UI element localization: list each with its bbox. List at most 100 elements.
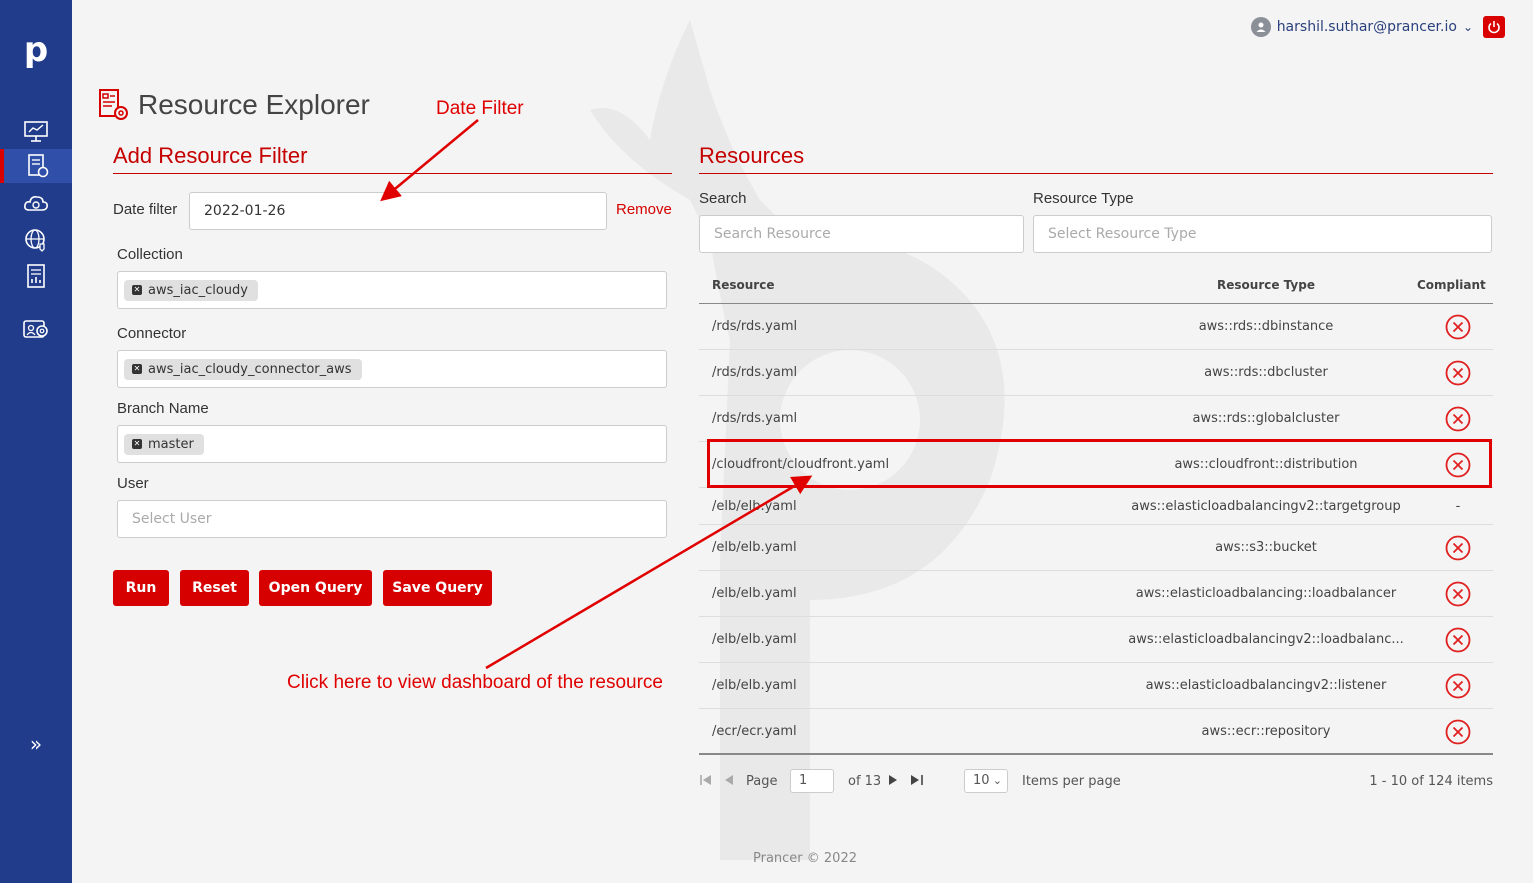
- resource-type-placeholder: Select Resource Type: [1048, 226, 1197, 242]
- run-button[interactable]: Run: [113, 570, 169, 606]
- sidebar-item-globe[interactable]: [0, 223, 72, 257]
- resource-type: aws::elasticloadbalancingv2::loadbalanc.…: [1128, 632, 1404, 647]
- non-compliant-icon: [1423, 719, 1493, 749]
- items-per-page-select[interactable]: 10 ⌄: [964, 769, 1008, 793]
- non-compliant-icon: [1423, 627, 1493, 657]
- table-header: Resource Resource Type Compliant: [699, 270, 1493, 304]
- logout-power-icon[interactable]: [1483, 16, 1505, 38]
- table-row[interactable]: /rds/rds.yaml aws::rds::globalcluster: [699, 396, 1493, 442]
- resource-path[interactable]: /elb/elb.yaml: [712, 540, 797, 555]
- resource-type: aws::elasticloadbalancing::loadbalancer: [1135, 586, 1397, 601]
- user-menu[interactable]: harshil.suthar@prancer.io ⌄: [1250, 16, 1505, 38]
- table-row[interactable]: /ecr/ecr.yaml aws::ecr::repository: [699, 709, 1493, 755]
- chip-remove-icon[interactable]: ✕: [132, 364, 142, 374]
- sidebar: p »: [0, 0, 72, 883]
- table-row[interactable]: /elb/elb.yaml aws::elasticloadbalancing::…: [699, 571, 1493, 617]
- table-row[interactable]: /elb/elb.yaml aws::s3::bucket: [699, 525, 1493, 571]
- page-title-text: Resource Explorer: [138, 89, 370, 120]
- open-query-button[interactable]: Open Query: [259, 570, 372, 606]
- prev-page-icon[interactable]: [724, 774, 734, 790]
- search-placeholder: Search Resource: [714, 226, 831, 242]
- branch-select[interactable]: ✕ master: [117, 425, 667, 463]
- chip-remove-icon[interactable]: ✕: [132, 285, 142, 295]
- reset-button[interactable]: Reset: [180, 570, 249, 606]
- table-row[interactable]: /elb/elb.yaml aws::elasticloadbalancingv2…: [699, 488, 1493, 525]
- last-page-icon[interactable]: [910, 774, 924, 790]
- chip-remove-icon[interactable]: ✕: [132, 439, 142, 449]
- collection-chip: ✕ aws_iac_cloudy: [124, 279, 258, 301]
- user-avatar-icon: [1250, 17, 1271, 37]
- chevron-down-icon[interactable]: ⌄: [1463, 20, 1473, 34]
- page-label: Page: [746, 774, 778, 789]
- annotation-date-filter: Date Filter: [436, 98, 524, 119]
- monitor-icon: [24, 121, 48, 142]
- resource-type: aws::cloudfront::distribution: [1174, 457, 1358, 472]
- search-label: Search: [699, 190, 747, 207]
- sidebar-item-resource-explorer[interactable]: [0, 149, 72, 183]
- connector-select[interactable]: ✕ aws_iac_cloudy_connector_aws: [117, 350, 667, 388]
- settings-gear-icon: [23, 320, 48, 338]
- date-filter-input[interactable]: 2022-01-26: [189, 192, 607, 230]
- save-query-button[interactable]: Save Query: [383, 570, 492, 606]
- resource-path[interactable]: /rds/rds.yaml: [712, 365, 797, 380]
- page-title: Resource Explorer: [98, 88, 370, 122]
- resource-path[interactable]: /elb/elb.yaml: [712, 632, 797, 647]
- filter-divider: [113, 173, 672, 174]
- sidebar-item-settings[interactable]: [0, 313, 72, 347]
- resource-type: aws::rds::globalcluster: [1192, 411, 1340, 426]
- branch-chip-label: master: [148, 436, 194, 452]
- resource-type: aws::s3::bucket: [1215, 540, 1317, 555]
- resource-path[interactable]: /cloudfront/cloudfront.yaml: [712, 457, 889, 472]
- table-row[interactable]: /cloudfront/cloudfront.yaml aws::cloudfro…: [699, 442, 1493, 488]
- non-compliant-icon: [1423, 406, 1493, 436]
- page-number-input[interactable]: 1: [790, 769, 834, 793]
- resource-path[interactable]: /elb/elb.yaml: [712, 499, 797, 514]
- resource-path[interactable]: /rds/rds.yaml: [712, 319, 797, 334]
- globe-icon: [25, 229, 45, 252]
- resource-type: aws::ecr::repository: [1201, 724, 1331, 739]
- resource-type-select[interactable]: Select Resource Type: [1033, 215, 1492, 253]
- page-count-label: of 13: [848, 774, 882, 789]
- sidebar-item-dashboard[interactable]: [0, 114, 72, 148]
- filter-heading: Add Resource Filter: [113, 143, 308, 168]
- resource-path[interactable]: /elb/elb.yaml: [712, 586, 797, 601]
- table-row[interactable]: /elb/elb.yaml aws::elasticloadbalancingv2…: [699, 617, 1493, 663]
- sidebar-item-cloud[interactable]: [0, 187, 72, 221]
- non-compliant-icon: [1423, 673, 1493, 703]
- connector-label: Connector: [117, 325, 187, 342]
- sidebar-item-reports[interactable]: [0, 259, 72, 293]
- items-range-label: 1 - 10 of 124 items: [1369, 774, 1493, 789]
- user-email: harshil.suthar@prancer.io: [1276, 19, 1457, 35]
- chevron-down-icon: ⌄: [992, 774, 1002, 787]
- resource-path[interactable]: /elb/elb.yaml: [712, 678, 797, 693]
- table-row[interactable]: /elb/elb.yaml aws::elasticloadbalancingv2…: [699, 663, 1493, 709]
- search-input[interactable]: Search Resource: [699, 215, 1024, 253]
- column-resource[interactable]: Resource: [712, 278, 774, 292]
- non-compliant-icon: [1423, 535, 1493, 565]
- prancer-logo[interactable]: p: [18, 26, 54, 74]
- column-resource-type[interactable]: Resource Type: [1109, 278, 1423, 292]
- next-page-icon[interactable]: [888, 774, 898, 790]
- expand-sidebar-icon[interactable]: »: [0, 730, 72, 758]
- cloud-icon: [24, 196, 48, 211]
- date-filter-arrow: [380, 119, 479, 202]
- user-placeholder: Select User: [132, 511, 212, 527]
- resource-path[interactable]: /ecr/ecr.yaml: [712, 724, 797, 739]
- non-compliant-icon: [1423, 314, 1493, 344]
- non-compliant-icon: [1423, 581, 1493, 611]
- table-row[interactable]: /rds/rds.yaml aws::rds::dbinstance: [699, 304, 1493, 350]
- resource-path[interactable]: /rds/rds.yaml: [712, 411, 797, 426]
- column-compliant[interactable]: Compliant: [1417, 278, 1486, 292]
- remove-date-link[interactable]: Remove: [616, 201, 672, 218]
- collection-select[interactable]: ✕ aws_iac_cloudy: [117, 271, 667, 309]
- collection-label: Collection: [117, 246, 183, 263]
- table-row[interactable]: /rds/rds.yaml aws::rds::dbcluster: [699, 350, 1493, 396]
- resources-heading: Resources: [699, 143, 805, 168]
- first-page-icon[interactable]: [699, 774, 713, 790]
- user-select[interactable]: Select User: [117, 500, 667, 538]
- branch-label: Branch Name: [117, 400, 209, 417]
- report-icon: [27, 264, 45, 288]
- items-per-page-label: Items per page: [1022, 774, 1121, 789]
- resource-type: aws::rds::dbcluster: [1204, 365, 1328, 380]
- connector-chip: ✕ aws_iac_cloudy_connector_aws: [124, 358, 362, 380]
